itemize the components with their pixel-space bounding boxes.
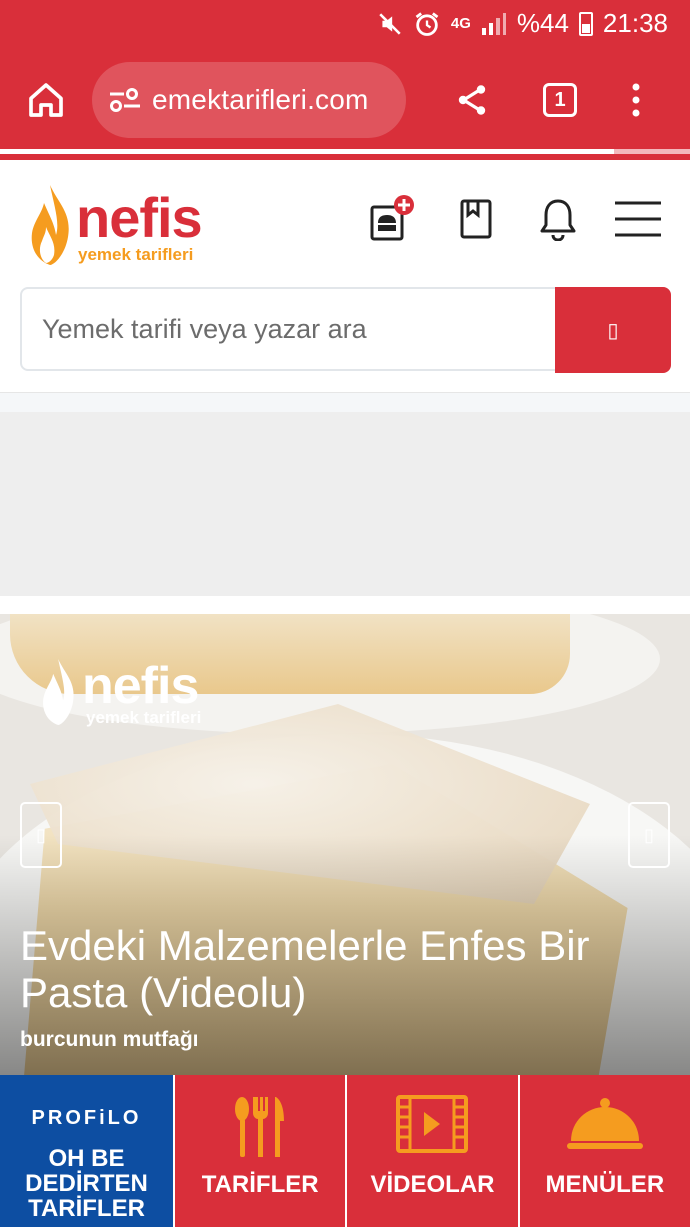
address-bar[interactable]: emektarifleri.com xyxy=(92,62,406,138)
sponsor-brand: PROFiLO xyxy=(31,1107,142,1129)
nav-menus[interactable]: MENÜLER xyxy=(517,1075,690,1227)
prev-glyph-icon: ▯ xyxy=(36,824,46,845)
url-text: emektarifleri.com xyxy=(152,84,369,115)
recipe-book-icon xyxy=(460,199,492,239)
page-load-progress-fill xyxy=(0,149,615,154)
slider-prev-button[interactable]: ▯ xyxy=(20,802,62,868)
home-icon xyxy=(29,83,63,117)
ad-placeholder xyxy=(0,412,690,596)
nav-recipes-label: TARİFLER xyxy=(201,1171,319,1198)
watermark-sub: yemek tarifleri xyxy=(86,708,202,727)
image-watermark: nefis yemek tarifleri xyxy=(40,656,201,728)
watermark-word: nefis xyxy=(82,657,199,715)
featured-recipe-slider[interactable]: nefis yemek tarifleri ▯ ▯ Evdeki Malzeme… xyxy=(0,614,690,1075)
tabs-button[interactable]: 1 xyxy=(530,70,590,130)
battery-percent: %44 xyxy=(516,8,569,38)
signal-icon xyxy=(481,12,506,35)
share-icon xyxy=(458,85,486,115)
saved-recipes-button[interactable] xyxy=(450,193,502,245)
nav-videos-label: VİDEOLAR xyxy=(370,1171,495,1198)
watermark-flame-icon xyxy=(43,658,74,726)
bottom-nav: PROFiLO OH BE DEDİRTEN TARİFLER TARİFLER xyxy=(0,1075,690,1227)
battery-icon xyxy=(578,11,593,36)
logo-subtitle: yemek tarifleri xyxy=(78,245,194,264)
nav-recipes[interactable]: TARİFLER xyxy=(173,1075,346,1227)
clock: 21:38 xyxy=(602,8,668,38)
hamburger-icon xyxy=(615,201,661,237)
sponsor-slogan: OH BE DEDİRTEN TARİFLER xyxy=(0,1146,173,1221)
slogan-line-1: OH BE xyxy=(48,1145,125,1172)
video-icon xyxy=(396,1095,469,1153)
add-recipe-button[interactable] xyxy=(366,193,418,245)
recipe-search: ▯ xyxy=(20,287,671,373)
bell-icon xyxy=(540,199,576,241)
share-button[interactable] xyxy=(442,70,502,130)
status-icons: 4G %44 21:38 xyxy=(377,8,668,39)
site-settings-icon[interactable] xyxy=(108,86,148,114)
more-vert-icon xyxy=(632,83,640,117)
sponsor-promo[interactable]: PROFiLO OH BE DEDİRTEN TARİFLER xyxy=(0,1075,173,1227)
chef-add-icon xyxy=(370,195,414,241)
cloche-icon xyxy=(566,1098,643,1149)
search-input[interactable] xyxy=(42,307,552,351)
logo-wordmark: nefis xyxy=(76,186,203,249)
alarm-icon xyxy=(415,11,439,36)
slogan-line-2: DEDİRTEN xyxy=(25,1170,148,1197)
search-button[interactable]: ▯ xyxy=(555,287,671,373)
browser-menu-button[interactable] xyxy=(606,70,666,130)
site-header: nefis yemek tarifleri ▯ xyxy=(0,163,690,393)
tabs-count-icon: 1 xyxy=(543,83,577,117)
nav-videos[interactable]: VİDEOLAR xyxy=(345,1075,518,1227)
site-menu-button[interactable] xyxy=(610,193,666,245)
recipe-title[interactable]: Evdeki Malzemelerle Enfes Bir Pasta (Vid… xyxy=(20,922,670,1016)
next-glyph-icon: ▯ xyxy=(644,824,654,845)
search-glyph-icon: ▯ xyxy=(607,319,619,342)
mute-icon xyxy=(379,12,401,35)
network-type: 4G xyxy=(450,15,471,32)
slogan-line-3: TARİFLER xyxy=(28,1195,145,1222)
home-button[interactable] xyxy=(16,70,76,130)
site-logo[interactable]: nefis yemek tarifleri xyxy=(28,183,228,267)
page-load-progress xyxy=(0,149,690,154)
browser-toolbar: 4G %44 21:38 emektarifleri.com 1 xyxy=(0,0,690,160)
slider-next-button[interactable]: ▯ xyxy=(628,802,670,868)
nav-menus-label: MENÜLER xyxy=(545,1171,665,1198)
flame-icon xyxy=(31,185,69,265)
recipe-author[interactable]: burcunun mutfağı xyxy=(20,1028,198,1052)
notifications-button[interactable] xyxy=(532,193,584,245)
utensils-icon xyxy=(235,1097,285,1157)
tab-count: 1 xyxy=(554,88,566,111)
status-bar: 4G %44 21:38 xyxy=(0,0,690,50)
divider xyxy=(0,393,690,412)
